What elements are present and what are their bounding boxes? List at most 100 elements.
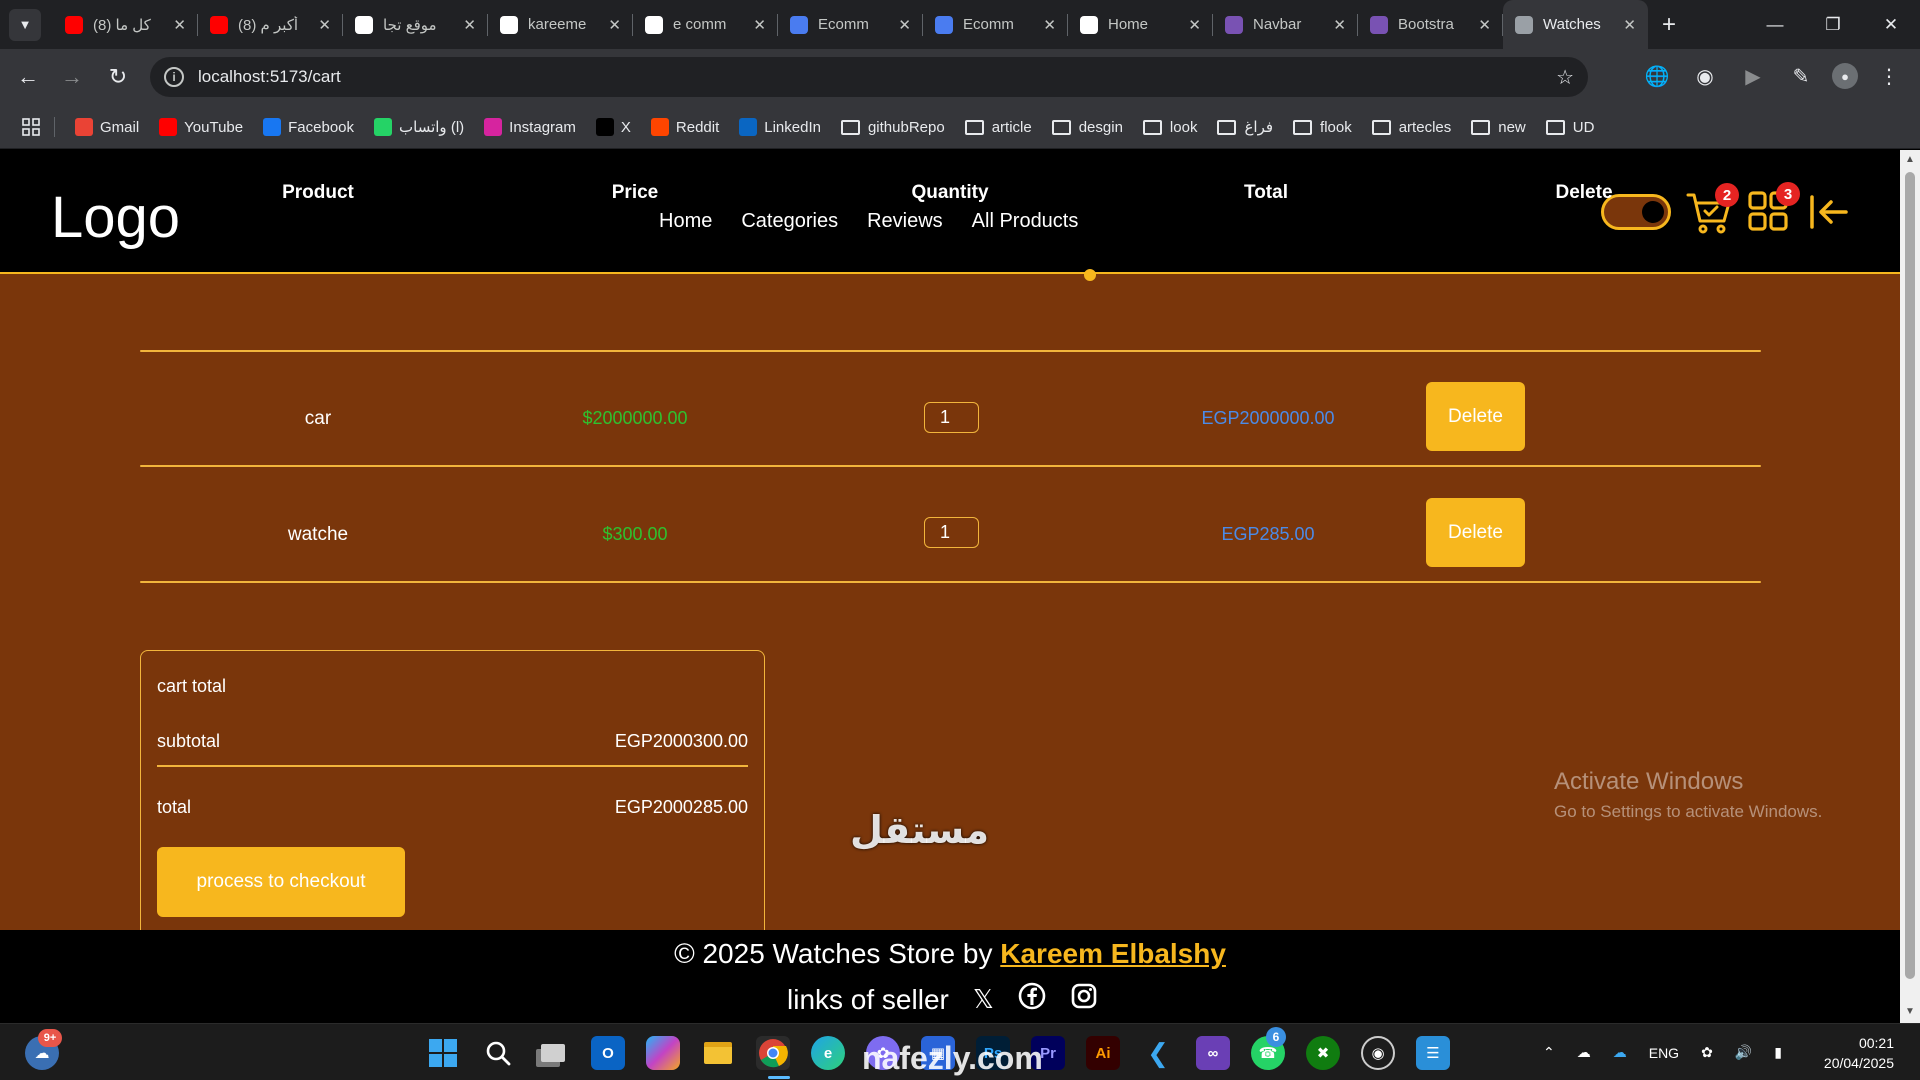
tab-close-icon[interactable]: ✕ — [1478, 16, 1491, 34]
illustrator-icon[interactable]: Ai — [1086, 1036, 1120, 1070]
bookmark-x[interactable]: X — [595, 118, 631, 136]
bookmark-reddit[interactable]: Reddit — [650, 118, 719, 136]
bookmark-folder[interactable]: article — [964, 119, 1032, 136]
tab-close-icon[interactable]: ✕ — [173, 16, 186, 34]
bookmark-folder[interactable]: UD — [1545, 119, 1594, 136]
visual-studio-icon[interactable]: ∞ — [1196, 1036, 1230, 1070]
apps-grid-icon[interactable] — [22, 118, 40, 136]
onedrive-personal-icon[interactable]: ☁ — [1577, 1044, 1591, 1061]
vscode-icon[interactable]: ❮ — [1141, 1036, 1175, 1070]
scrollbar-thumb[interactable] — [1905, 172, 1915, 979]
tab-close-icon[interactable]: ✕ — [1043, 16, 1056, 34]
profile-avatar[interactable]: ● — [1832, 63, 1858, 89]
bookmark-folder[interactable]: desgin — [1051, 119, 1123, 136]
bookmark-instagram[interactable]: Instagram — [484, 118, 576, 136]
task-view-icon[interactable] — [536, 1036, 570, 1070]
play-extension-icon[interactable]: ▶ — [1736, 59, 1770, 93]
browser-tab[interactable]: (8) أكبر م ✕ — [198, 0, 343, 49]
bookmark-folder[interactable]: new — [1471, 119, 1526, 136]
tab-close-icon[interactable]: ✕ — [1623, 16, 1636, 34]
bookmark-star-icon[interactable]: ☆ — [1556, 65, 1574, 90]
browser-tab[interactable]: e comm ✕ — [633, 0, 778, 49]
tab-close-icon[interactable]: ✕ — [898, 16, 911, 34]
tab-close-icon[interactable]: ✕ — [753, 16, 766, 34]
address-url[interactable]: localhost:5173/cart — [198, 67, 341, 87]
back-button[interactable]: ← — [8, 57, 48, 97]
tab-close-icon[interactable]: ✕ — [1188, 16, 1201, 34]
browser-tab[interactable]: Ecomm ✕ — [923, 0, 1068, 49]
edge-icon[interactable]: e — [811, 1036, 845, 1070]
bookmark-linkedin[interactable]: LinkedIn — [739, 118, 821, 136]
browser-tab[interactable]: kareeme ✕ — [488, 0, 633, 49]
tab-close-icon[interactable]: ✕ — [1333, 16, 1346, 34]
nav-link-all-products[interactable]: All Products — [972, 210, 1079, 233]
page-scrollbar[interactable]: ▲ ▼ — [1900, 150, 1920, 1023]
twitter-icon[interactable]: 𝕏 — [973, 984, 994, 1015]
tray-overflow-icon[interactable]: ⌃ — [1543, 1044, 1555, 1061]
logout-icon[interactable] — [1809, 194, 1849, 235]
bookmark-gmail[interactable]: Gmail — [75, 118, 139, 136]
start-icon[interactable] — [426, 1036, 460, 1070]
bookmark-folder[interactable]: flook — [1293, 119, 1352, 136]
browser-tab[interactable]: Home ✕ — [1068, 0, 1213, 49]
bookmark-youtube[interactable]: YouTube — [159, 118, 243, 136]
bookmark-facebook[interactable]: Facebook — [263, 118, 354, 136]
forward-button[interactable]: → — [52, 57, 92, 97]
taskbar-clock[interactable]: 00:21 20/04/2025 — [1824, 1033, 1894, 1073]
close-window-icon[interactable]: ✕ — [1862, 15, 1920, 35]
chrome-active-indicator — [768, 1076, 790, 1079]
wifi-icon[interactable]: ✿ — [1701, 1044, 1713, 1061]
volume-icon[interactable]: 🔊 — [1735, 1044, 1752, 1061]
nav-link-categories[interactable]: Categories — [741, 210, 838, 233]
chrome-icon[interactable] — [756, 1036, 790, 1070]
instagram-icon[interactable] — [1070, 982, 1098, 1017]
browser-tab[interactable]: Navbar ✕ — [1213, 0, 1358, 49]
notepad-icon[interactable]: ☰ — [1416, 1036, 1450, 1070]
browser-tab[interactable]: Ecomm ✕ — [778, 0, 923, 49]
tab-search-button[interactable]: ▼ — [9, 8, 41, 41]
new-tab-button[interactable]: + — [1662, 11, 1676, 39]
row-total: EGP285.00 — [1221, 524, 1315, 544]
xbox-icon[interactable]: ✖ — [1306, 1036, 1340, 1070]
bookmark-whatsapp[interactable]: واتساب (l) — [374, 118, 464, 136]
tab-close-icon[interactable]: ✕ — [318, 16, 331, 34]
incognito-extension-icon[interactable]: ◉ — [1688, 59, 1722, 93]
search-icon[interactable] — [481, 1036, 515, 1070]
bookmark-folder[interactable]: فراغ — [1217, 118, 1273, 136]
delete-button[interactable]: Delete — [1426, 498, 1525, 567]
reload-button[interactable]: ↻ — [98, 57, 138, 97]
translate-icon[interactable]: 🌐 — [1640, 59, 1674, 93]
language-indicator[interactable]: ENG — [1649, 1045, 1679, 1061]
checkout-button[interactable]: process to checkout — [157, 847, 405, 917]
scroll-down-icon[interactable]: ▼ — [1904, 1006, 1916, 1017]
battery-icon[interactable]: ▮ — [1774, 1044, 1782, 1061]
menu-kebab-icon[interactable]: ⋮ — [1872, 59, 1906, 93]
tab-close-icon[interactable]: ✕ — [463, 16, 476, 34]
browser-tab[interactable]: Bootstra ✕ — [1358, 0, 1503, 49]
bookmark-folder[interactable]: artecles — [1371, 119, 1451, 136]
minimize-icon[interactable]: — — [1746, 15, 1804, 35]
address-bar[interactable]: i localhost:5173/cart ☆ — [150, 57, 1588, 97]
nav-link-reviews[interactable]: Reviews — [867, 210, 943, 233]
browser-tab[interactable]: (8) كل ما ✕ — [53, 0, 198, 49]
outlook-icon[interactable]: O — [591, 1036, 625, 1070]
tab-close-icon[interactable]: ✕ — [608, 16, 621, 34]
footer-author-link[interactable]: Kareem Elbalshy — [1000, 938, 1226, 969]
browser-tab[interactable]: Watches ✕ — [1503, 0, 1648, 49]
restore-icon[interactable]: ❐ — [1804, 15, 1862, 35]
quantity-input[interactable] — [924, 402, 979, 433]
site-info-icon[interactable]: i — [164, 67, 184, 87]
obs-icon[interactable]: ◉ — [1361, 1036, 1395, 1070]
scroll-up-icon[interactable]: ▲ — [1904, 154, 1916, 165]
bookmark-folder[interactable]: githubRepo — [840, 119, 945, 136]
quantity-input[interactable] — [924, 517, 979, 548]
nav-link-home[interactable]: Home — [659, 210, 712, 233]
file-explorer-icon[interactable] — [701, 1036, 735, 1070]
facebook-icon[interactable] — [1018, 982, 1046, 1017]
delete-button[interactable]: Delete — [1426, 382, 1525, 451]
extensions-icon[interactable]: ✎ — [1784, 59, 1818, 93]
browser-tab[interactable]: موقع تجا ✕ — [343, 0, 488, 49]
onedrive-business-icon[interactable]: ☁ — [1613, 1044, 1627, 1061]
bookmark-folder[interactable]: look — [1142, 119, 1197, 136]
copilot-icon[interactable] — [646, 1036, 680, 1070]
